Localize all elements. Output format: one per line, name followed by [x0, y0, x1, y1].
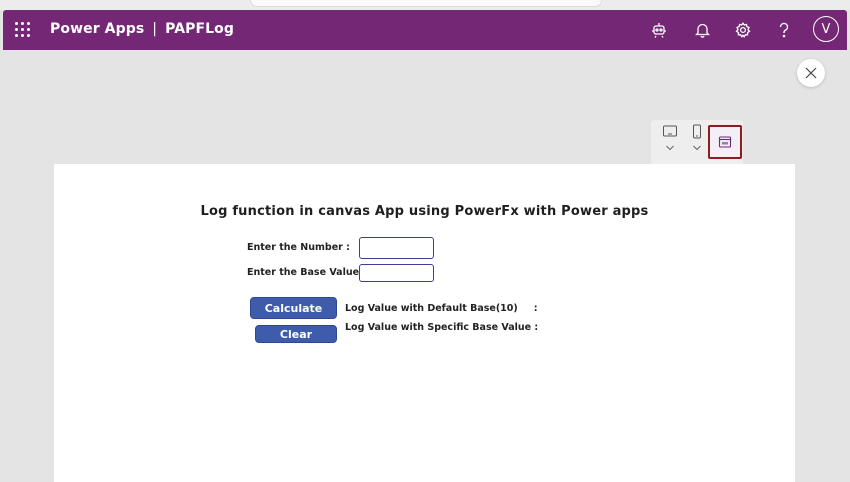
app-canvas: Log function in canvas App using PowerFx… — [54, 164, 795, 482]
specific-base-result-label: Log Value with Specific Base Value : — [345, 322, 539, 333]
base-value-label: Enter the Base Value : — [247, 267, 367, 278]
base-value-input[interactable] — [359, 264, 434, 282]
number-input[interactable] — [359, 237, 434, 259]
app-launcher-icon[interactable] — [15, 22, 31, 38]
app-title: Log function in canvas App using PowerFx… — [200, 204, 649, 219]
gear-icon[interactable] — [733, 20, 753, 40]
user-avatar[interactable]: V — [813, 16, 839, 42]
calculate-button[interactable]: Calculate — [250, 297, 337, 319]
brand-title: Power Apps | PAPFLog — [50, 21, 234, 37]
chevron-down-icon — [693, 145, 701, 151]
phone-icon — [693, 124, 701, 139]
default-base-label-text: Log Value with Default Base(10) — [345, 303, 518, 314]
phone-preview-button[interactable] — [684, 124, 710, 160]
product-name[interactable]: Power Apps — [50, 21, 144, 37]
app-name: PAPFLog — [165, 21, 235, 37]
browser-chrome-strip — [0, 0, 850, 10]
default-base-colon: : — [533, 303, 538, 314]
default-base-result-label: Log Value with Default Base(10): — [345, 303, 538, 314]
close-icon — [805, 67, 817, 79]
copilot-icon[interactable] — [649, 20, 669, 40]
top-app-bar: Power Apps | PAPFLog V — [3, 10, 847, 50]
web-browser-icon — [718, 136, 732, 148]
chevron-down-icon — [666, 145, 674, 151]
web-preview-button[interactable] — [708, 125, 742, 159]
device-preview-switcher — [651, 120, 743, 164]
tablet-preview-button[interactable] — [657, 124, 683, 160]
clear-button[interactable]: Clear — [255, 325, 337, 343]
tablet-icon — [663, 125, 677, 137]
bell-icon[interactable] — [692, 20, 712, 40]
title-separator: | — [152, 21, 158, 37]
close-button[interactable] — [797, 59, 825, 87]
number-label: Enter the Number : — [247, 242, 350, 253]
help-icon[interactable] — [774, 20, 794, 40]
avatar-initial: V — [821, 21, 831, 37]
browser-address-bar-edge — [250, 0, 602, 7]
